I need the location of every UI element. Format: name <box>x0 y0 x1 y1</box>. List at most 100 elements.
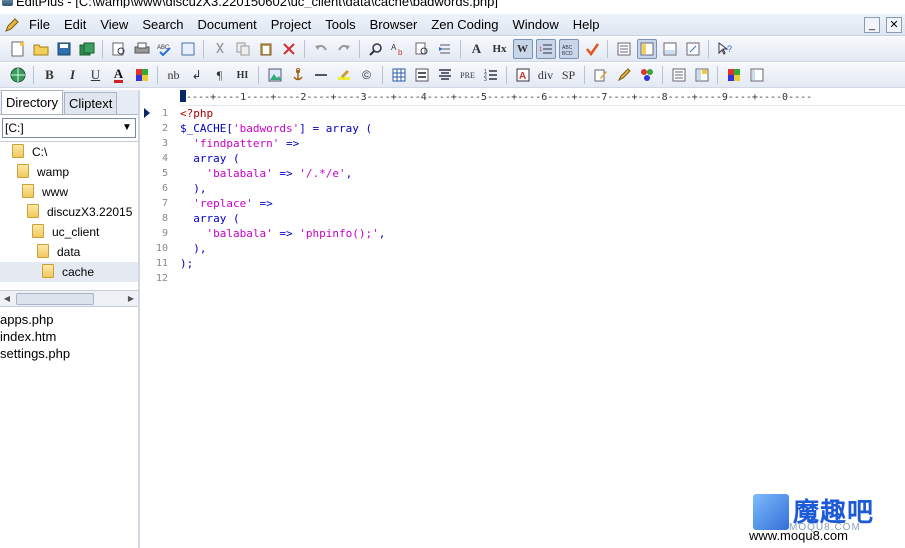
center-align-icon[interactable] <box>435 65 455 85</box>
menu-document[interactable]: Document <box>191 15 264 35</box>
undo-icon[interactable] <box>311 39 331 59</box>
folder-item[interactable]: C:\ <box>0 142 138 162</box>
output-window-icon[interactable] <box>660 39 680 59</box>
table-icon[interactable] <box>389 65 409 85</box>
paste-icon[interactable] <box>256 39 276 59</box>
browser-view-icon[interactable] <box>178 39 198 59</box>
edit-document-icon[interactable] <box>591 65 611 85</box>
menu-file[interactable]: File <box>22 15 57 35</box>
scrollbar-thumb[interactable] <box>16 293 94 305</box>
menu-view[interactable]: View <box>93 15 135 35</box>
code-line[interactable]: 'replace' => <box>180 196 905 211</box>
folder-item[interactable]: www <box>0 182 138 202</box>
menu-project[interactable]: Project <box>264 15 318 35</box>
heading-icon[interactable]: Hx <box>490 39 510 59</box>
horizontal-rule-icon[interactable] <box>311 65 331 85</box>
context-help-icon[interactable]: ? <box>715 39 735 59</box>
replace-icon[interactable]: Ab <box>389 39 409 59</box>
code-line[interactable]: ), <box>180 241 905 256</box>
code-line[interactable]: ), <box>180 181 905 196</box>
font-tag-icon[interactable]: A <box>513 65 533 85</box>
menu-browser[interactable]: Browser <box>363 15 425 35</box>
drive-select[interactable]: [C:] ▼ <box>2 118 136 138</box>
underline-button[interactable]: U <box>86 65 106 85</box>
save-icon[interactable] <box>54 39 74 59</box>
folder-item[interactable]: discuzX3.22015 <box>0 202 138 222</box>
folder-item[interactable]: wamp <box>0 162 138 182</box>
tab-cliptext[interactable]: Cliptext <box>64 92 118 114</box>
copy-icon[interactable] <box>233 39 253 59</box>
check-icon[interactable] <box>582 39 602 59</box>
editor-pane[interactable]: ----+----1----+----2----+----3----+----4… <box>142 90 905 548</box>
scroll-left-icon[interactable]: ◀ <box>0 292 14 306</box>
spell-check-icon[interactable]: ABC <box>155 39 175 59</box>
code-line[interactable]: $_CACHE['badwords'] = array ( <box>180 121 905 136</box>
open-folder-icon[interactable] <box>31 39 51 59</box>
heading-button[interactable]: HI <box>233 65 253 85</box>
menu-window[interactable]: Window <box>506 15 566 35</box>
delete-icon[interactable] <box>279 39 299 59</box>
fullscreen-icon[interactable] <box>683 39 703 59</box>
pencil-icon[interactable] <box>2 15 22 35</box>
bold-button[interactable]: B <box>40 65 60 85</box>
code-line[interactable]: 'balabala' => '/.*/e', <box>180 166 905 181</box>
div-button[interactable]: div <box>536 65 556 85</box>
copyright-icon[interactable]: © <box>357 65 377 85</box>
print-icon[interactable] <box>132 39 152 59</box>
find-icon[interactable] <box>366 39 386 59</box>
horizontal-scrollbar[interactable]: ◀ ▶ <box>0 291 138 307</box>
font-color-button[interactable]: A <box>109 65 129 85</box>
folder-item[interactable]: uc_client <box>0 222 138 242</box>
span-button[interactable]: SP <box>559 65 579 85</box>
word-wrap-icon[interactable]: W <box>512 39 533 59</box>
cut-icon[interactable] <box>210 39 230 59</box>
nbsp-button[interactable]: nb <box>164 65 184 85</box>
menu-search[interactable]: Search <box>135 15 190 35</box>
line-break-button[interactable]: ↲ <box>187 65 207 85</box>
pre-button[interactable]: PRE <box>458 65 478 85</box>
color-palette-icon[interactable] <box>637 65 657 85</box>
code-line[interactable]: <?php <box>180 106 905 121</box>
redo-icon[interactable] <box>334 39 354 59</box>
menu-help[interactable]: Help <box>566 15 607 35</box>
code-line[interactable]: 'findpattern' => <box>180 136 905 151</box>
menu-zen-coding[interactable]: Zen Coding <box>424 15 505 35</box>
font-icon[interactable]: A <box>467 39 487 59</box>
folder-item[interactable]: data <box>0 242 138 262</box>
code-line[interactable] <box>180 271 905 286</box>
code-area[interactable]: <?php $_CACHE['badwords'] = array ( 'find… <box>180 106 905 548</box>
file-item[interactable]: apps.php <box>0 311 138 328</box>
doc-list-icon[interactable] <box>614 39 634 59</box>
code-line[interactable]: array ( <box>180 211 905 226</box>
sidebar-toggle-icon[interactable] <box>669 65 689 85</box>
close-button[interactable]: ✕ <box>886 17 902 33</box>
layout-icon[interactable] <box>692 65 712 85</box>
color-picker-icon[interactable] <box>132 65 152 85</box>
line-number-icon[interactable]: 1 <box>535 39 556 59</box>
directory-window-icon[interactable] <box>636 39 657 59</box>
tab-directory[interactable]: Directory <box>1 90 64 114</box>
pencil-edit-icon[interactable] <box>614 65 634 85</box>
save-all-icon[interactable] <box>77 39 97 59</box>
code-line[interactable]: array ( <box>180 151 905 166</box>
code-line[interactable]: 'balabala' => 'phpinfo();', <box>180 226 905 241</box>
anchor-icon[interactable] <box>288 65 308 85</box>
chevron-down-icon[interactable]: ▼ <box>119 119 135 137</box>
globe-icon[interactable] <box>8 65 28 85</box>
minimize-button[interactable]: _ <box>864 17 880 33</box>
list-icon[interactable]: 123 <box>481 65 501 85</box>
code-line[interactable]: ); <box>180 256 905 271</box>
scroll-right-icon[interactable]: ▶ <box>124 292 138 306</box>
file-item[interactable]: index.htm <box>0 328 138 345</box>
italic-button[interactable]: I <box>63 65 83 85</box>
new-file-icon[interactable] <box>8 39 28 59</box>
form-icon[interactable] <box>412 65 432 85</box>
image-icon[interactable] <box>265 65 285 85</box>
print-preview-icon[interactable] <box>109 39 129 59</box>
menu-edit[interactable]: Edit <box>57 15 93 35</box>
window-icon[interactable] <box>747 65 767 85</box>
goto-line-icon[interactable] <box>435 39 455 59</box>
menu-tools[interactable]: Tools <box>318 15 362 35</box>
paragraph-button[interactable]: ¶ <box>210 65 230 85</box>
highlight-icon[interactable] <box>334 65 354 85</box>
